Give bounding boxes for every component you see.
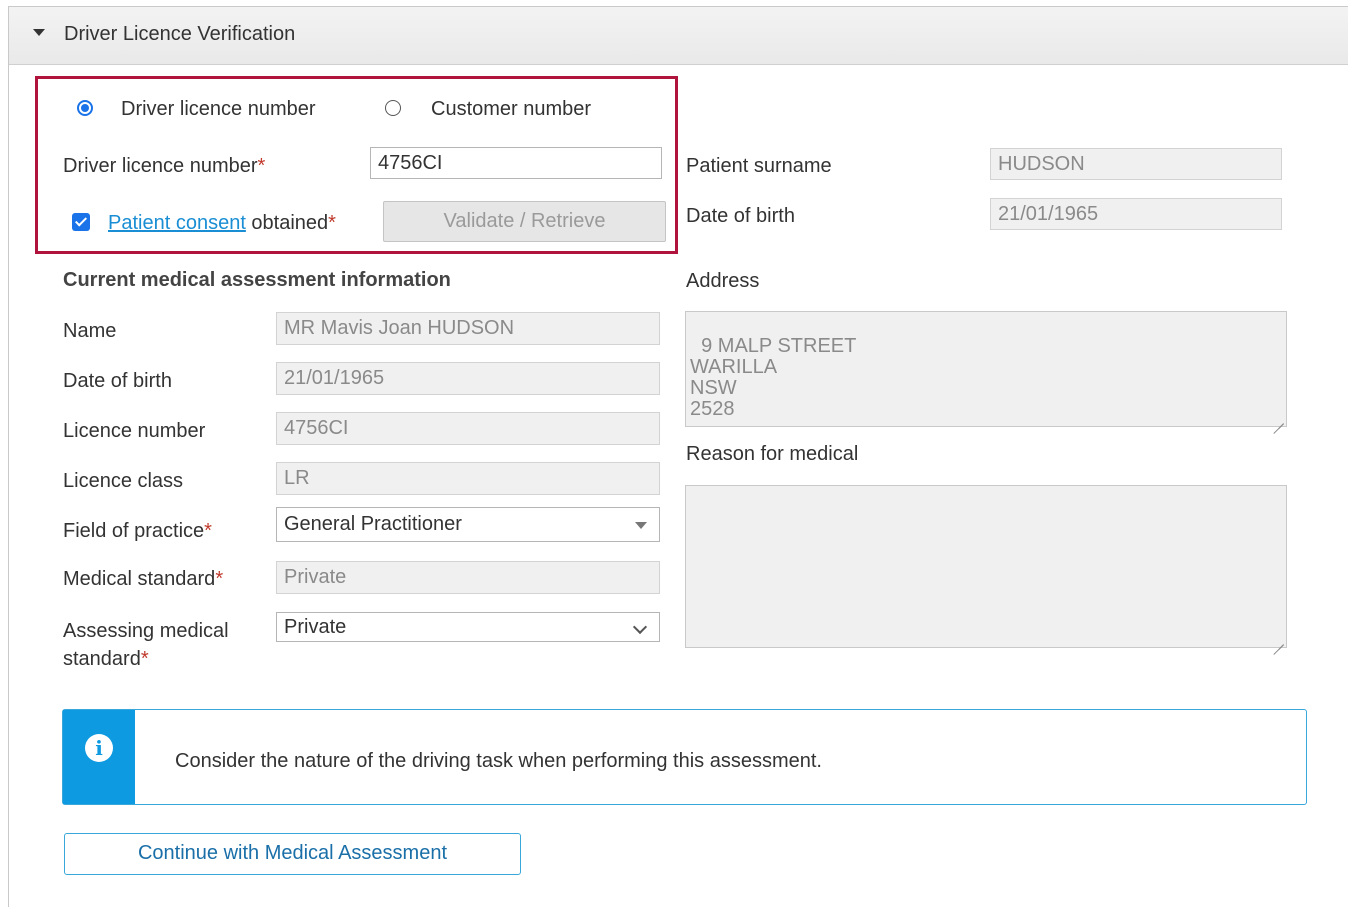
patient-surname-field: HUDSON bbox=[990, 148, 1282, 180]
consent-checkbox[interactable] bbox=[72, 213, 90, 231]
reason-textarea bbox=[685, 485, 1287, 648]
info-icon: i bbox=[85, 734, 113, 762]
panel-title: Driver Licence Verification bbox=[64, 23, 296, 45]
assessing-medical-standard-label: Assessing medical standard* bbox=[63, 620, 229, 670]
caret-down-icon[interactable] bbox=[33, 29, 45, 36]
field-of-practice-select[interactable]: General Practitioner bbox=[276, 507, 660, 542]
radio-driver-licence-number[interactable] bbox=[77, 100, 93, 116]
info-message: Consider the nature of the driving task … bbox=[175, 750, 822, 772]
resize-handle-icon[interactable] bbox=[1272, 412, 1284, 424]
patient-consent-link[interactable]: Patient consent bbox=[108, 212, 246, 234]
licence-number-assessment-label: Licence number bbox=[63, 420, 206, 442]
patient-dob-label: Date of birth bbox=[686, 205, 795, 227]
radio-customer-number[interactable] bbox=[385, 100, 401, 116]
radio-driver-licence-label[interactable]: Driver licence number bbox=[121, 98, 316, 121]
info-callout: i Consider the nature of the driving tas… bbox=[62, 709, 1307, 805]
caret-down-icon bbox=[635, 522, 647, 529]
patient-surname-label: Patient surname bbox=[686, 155, 832, 177]
info-stripe: i bbox=[63, 710, 135, 804]
licence-class-field: LR bbox=[276, 462, 660, 495]
licence-number-assessment-field: 4756CI bbox=[276, 412, 660, 445]
assessment-dob-field: 21/01/1965 bbox=[276, 362, 660, 395]
address-textarea: 9 MALP STREET WARILLA NSW 2528 bbox=[685, 311, 1287, 427]
address-label: Address bbox=[686, 270, 760, 292]
licence-number-input[interactable]: 4756CI bbox=[370, 147, 662, 179]
name-field: MR Mavis Joan HUDSON bbox=[276, 312, 660, 345]
radio-customer-label[interactable]: Customer number bbox=[431, 98, 591, 121]
consent-label: Patient consent obtained* bbox=[108, 212, 336, 234]
resize-handle-icon[interactable] bbox=[1272, 633, 1284, 645]
assessment-heading: Current medical assessment information bbox=[63, 269, 451, 291]
patient-dob-field: 21/01/1965 bbox=[990, 198, 1282, 230]
medical-standard-label: Medical standard* bbox=[63, 568, 224, 590]
name-label: Name bbox=[63, 320, 117, 342]
medical-standard-field: Private bbox=[276, 561, 660, 594]
continue-medical-assessment-button[interactable]: Continue with Medical Assessment bbox=[64, 833, 521, 875]
licence-number-label: Driver licence number* bbox=[63, 155, 266, 177]
panel-header[interactable]: Driver Licence Verification bbox=[9, 7, 1348, 65]
reason-label: Reason for medical bbox=[686, 443, 859, 465]
field-of-practice-label: Field of practice* bbox=[63, 520, 212, 542]
licence-class-label: Licence class bbox=[63, 470, 184, 492]
chevron-down-icon bbox=[632, 619, 648, 635]
assessing-medical-standard-select[interactable]: Private bbox=[276, 612, 660, 642]
assessment-dob-label: Date of birth bbox=[63, 370, 172, 392]
validate-retrieve-button[interactable]: Validate / Retrieve bbox=[383, 201, 666, 242]
